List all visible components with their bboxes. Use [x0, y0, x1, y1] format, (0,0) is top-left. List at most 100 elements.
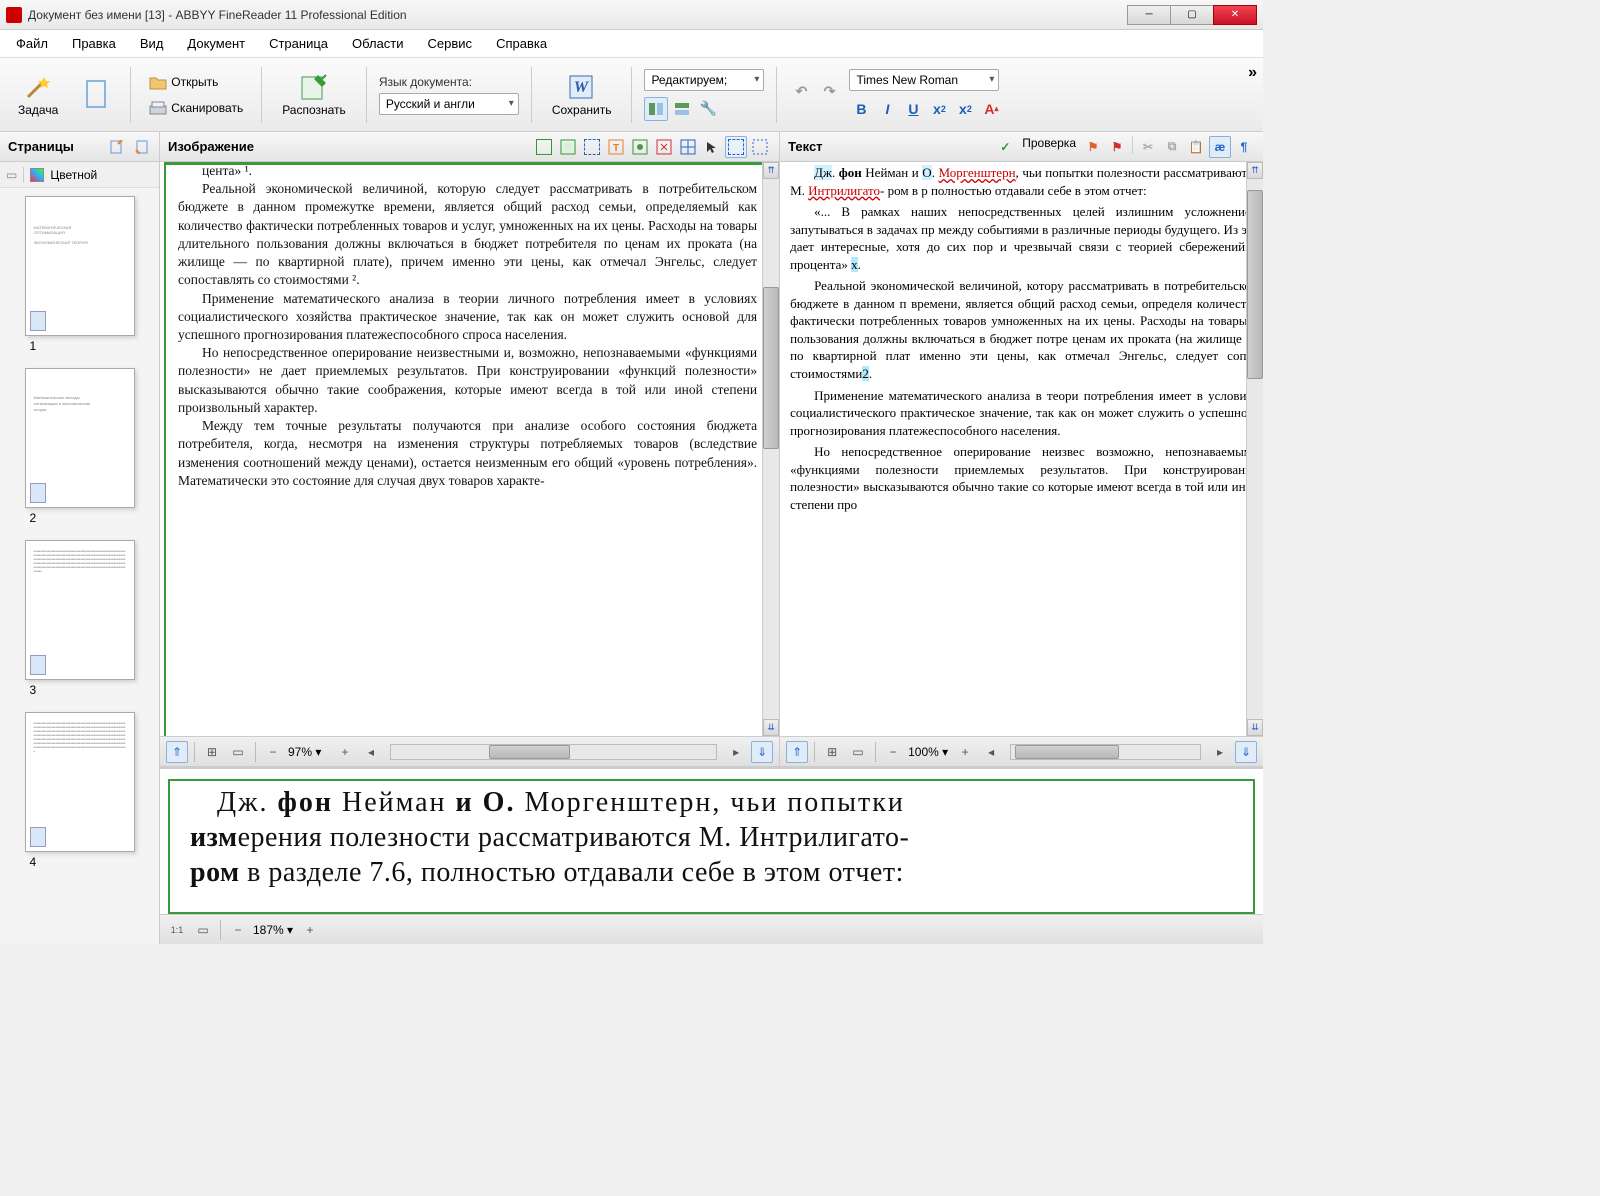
zoom-panel: Дж. фон Нейман и О. Моргенштерн, чьи поп… [160, 766, 1263, 944]
expand-button[interactable]: ⇓ [1235, 741, 1257, 763]
color-mode-label[interactable]: Цветной [50, 168, 97, 182]
collapse-button[interactable]: ⇑ [166, 741, 188, 763]
layout-mode-2[interactable] [670, 97, 694, 121]
zoom-out-button[interactable]: − [227, 919, 249, 941]
zoom-out-button[interactable]: − [882, 741, 904, 763]
image-hscroll[interactable] [390, 744, 717, 760]
area-tool-icon[interactable] [749, 136, 771, 158]
text-zoom-value[interactable]: 100% ▾ [908, 745, 950, 759]
toolbar-overflow[interactable]: » [1248, 64, 1257, 82]
fit-page-icon[interactable]: ▭ [227, 741, 249, 763]
menu-page[interactable]: Страница [261, 32, 336, 55]
fit-width-icon[interactable]: ⊞ [201, 741, 223, 763]
italic-button[interactable]: I [875, 97, 899, 121]
text-hscroll[interactable] [1010, 744, 1201, 760]
collapse-button[interactable]: ⇑ [786, 741, 808, 763]
undo-button[interactable]: ↶ [789, 80, 813, 104]
fit-page-icon[interactable]: ▭ [847, 741, 869, 763]
menu-view[interactable]: Вид [132, 32, 172, 55]
area-barcode-icon[interactable] [629, 136, 651, 158]
cut-icon[interactable]: ✂ [1137, 136, 1159, 158]
zoom-out-button[interactable]: − [262, 741, 284, 763]
zoom-in-button[interactable]: + [954, 741, 976, 763]
verify-label[interactable]: Проверка [1018, 136, 1080, 158]
recognize-button[interactable]: Распознать [274, 69, 354, 121]
area-table-icon[interactable]: T [605, 136, 627, 158]
copy-icon[interactable]: ⧉ [1161, 136, 1183, 158]
zoom-panel-value[interactable]: 187% ▾ [253, 923, 295, 937]
zoom-content[interactable]: Дж. фон Нейман и О. Моргенштерн, чьи поп… [160, 769, 1263, 914]
menu-document[interactable]: Документ [179, 32, 253, 55]
menu-help[interactable]: Справка [488, 32, 555, 55]
pages-panel-title: Страницы [8, 139, 74, 154]
zoom-in-button[interactable]: + [299, 919, 321, 941]
flag-prev-icon[interactable]: ⚑ [1082, 136, 1104, 158]
image-panel: Изображение T [160, 132, 780, 766]
svg-text:T: T [613, 143, 619, 154]
zoom-in-button[interactable]: + [334, 741, 356, 763]
menu-service[interactable]: Сервис [420, 32, 481, 55]
save-label: Сохранить [552, 103, 612, 117]
save-button[interactable]: W Сохранить [544, 69, 620, 121]
area-auto-icon[interactable] [533, 136, 555, 158]
image-vscroll[interactable]: ⇈ ⇊ [762, 162, 779, 736]
font-select[interactable]: Times New Roman [849, 69, 999, 91]
paragraph-icon[interactable]: ¶ [1233, 136, 1255, 158]
task-button[interactable]: Задача [10, 69, 66, 121]
expand-button[interactable]: ⇓ [751, 741, 773, 763]
superscript-button[interactable]: x2 [927, 97, 951, 121]
redo-button[interactable]: ↷ [817, 80, 841, 104]
menu-edit[interactable]: Правка [64, 32, 124, 55]
recognize-label: Распознать [282, 103, 346, 117]
zoom-mode-icon[interactable]: 1:1 [166, 919, 188, 941]
page-thumb[interactable]: Математические методыоптимизации и эконо… [25, 368, 135, 526]
layout-mode-1[interactable] [644, 97, 668, 121]
new-doc-button[interactable] [74, 76, 118, 114]
bold-button[interactable]: B [849, 97, 873, 121]
edit-mode-select[interactable]: Редактируем; [644, 69, 764, 91]
scroll-right[interactable]: ▸ [725, 741, 747, 763]
font-increase-button[interactable]: A▴ [979, 97, 1003, 121]
menubar: Файл Правка Вид Документ Страница Област… [0, 30, 1263, 58]
fit-width-icon[interactable]: ⊞ [821, 741, 843, 763]
scan-button[interactable]: Сканировать [143, 97, 249, 119]
fit-icon[interactable]: ▭ [192, 919, 214, 941]
special-char-icon[interactable]: æ [1209, 136, 1231, 158]
flag-next-icon[interactable]: ⚑ [1106, 136, 1128, 158]
text-content[interactable]: Дж. фон Нейман и О. Моргенштерн, чьи поп… [780, 162, 1263, 736]
pages-tool-2[interactable] [131, 137, 151, 157]
open-button[interactable]: Открыть [143, 71, 249, 93]
close-button[interactable]: ✕ [1213, 5, 1257, 25]
page-thumb[interactable]: МАТЕМАТИЧЕСКАЯОПТИМИЗАЦИЯЭКОНОМИЧЕСКАЯ Т… [25, 196, 135, 354]
verify-icon[interactable]: ✓ [994, 136, 1016, 158]
underline-button[interactable]: U [901, 97, 925, 121]
scroll-left[interactable]: ◂ [980, 741, 1002, 763]
layout-toggle-icon[interactable]: ▭ [6, 168, 17, 182]
area-remove-icon[interactable] [653, 136, 675, 158]
minimize-button[interactable]: ─ [1127, 5, 1171, 25]
text-vscroll[interactable]: ⇈ ⇊ [1246, 162, 1263, 736]
menu-file[interactable]: Файл [8, 32, 56, 55]
subscript-button[interactable]: x2 [953, 97, 977, 121]
lang-select[interactable]: Русский и англи [379, 93, 519, 115]
image-content[interactable]: цента» ¹. Реальной экономической величин… [160, 162, 779, 736]
layout-settings[interactable]: 🔧 [696, 97, 720, 121]
pointer-icon[interactable] [701, 136, 723, 158]
paste-icon[interactable]: 📋 [1185, 136, 1207, 158]
area-picture-icon[interactable] [581, 136, 603, 158]
maximize-button[interactable]: ▢ [1170, 5, 1214, 25]
folder-open-icon [149, 74, 167, 90]
thumbnail-list[interactable]: МАТЕМАТИЧЕСКАЯОПТИМИЗАЦИЯЭКОНОМИЧЕСКАЯ Т… [0, 188, 159, 944]
pages-tool-1[interactable] [107, 137, 127, 157]
scroll-left[interactable]: ◂ [360, 741, 382, 763]
page-thumb[interactable]: aaaaaaaaaaaaaaaaaaaaaaaaaaaaaaaaaaaaaaaa… [25, 712, 135, 870]
area-text-icon[interactable] [557, 136, 579, 158]
scroll-right[interactable]: ▸ [1209, 741, 1231, 763]
image-panel-title: Изображение [168, 139, 254, 154]
image-zoom-value[interactable]: 97% ▾ [288, 745, 330, 759]
area-select-icon[interactable] [677, 136, 699, 158]
main-toolbar: Задача Открыть Сканировать Распознать Яз… [0, 58, 1263, 132]
menu-areas[interactable]: Области [344, 32, 412, 55]
page-thumb[interactable]: aaaaaaaaaaaaaaaaaaaaaaaaaaaaaaaaaaaaaaaa… [25, 540, 135, 698]
select-all-icon[interactable] [725, 136, 747, 158]
